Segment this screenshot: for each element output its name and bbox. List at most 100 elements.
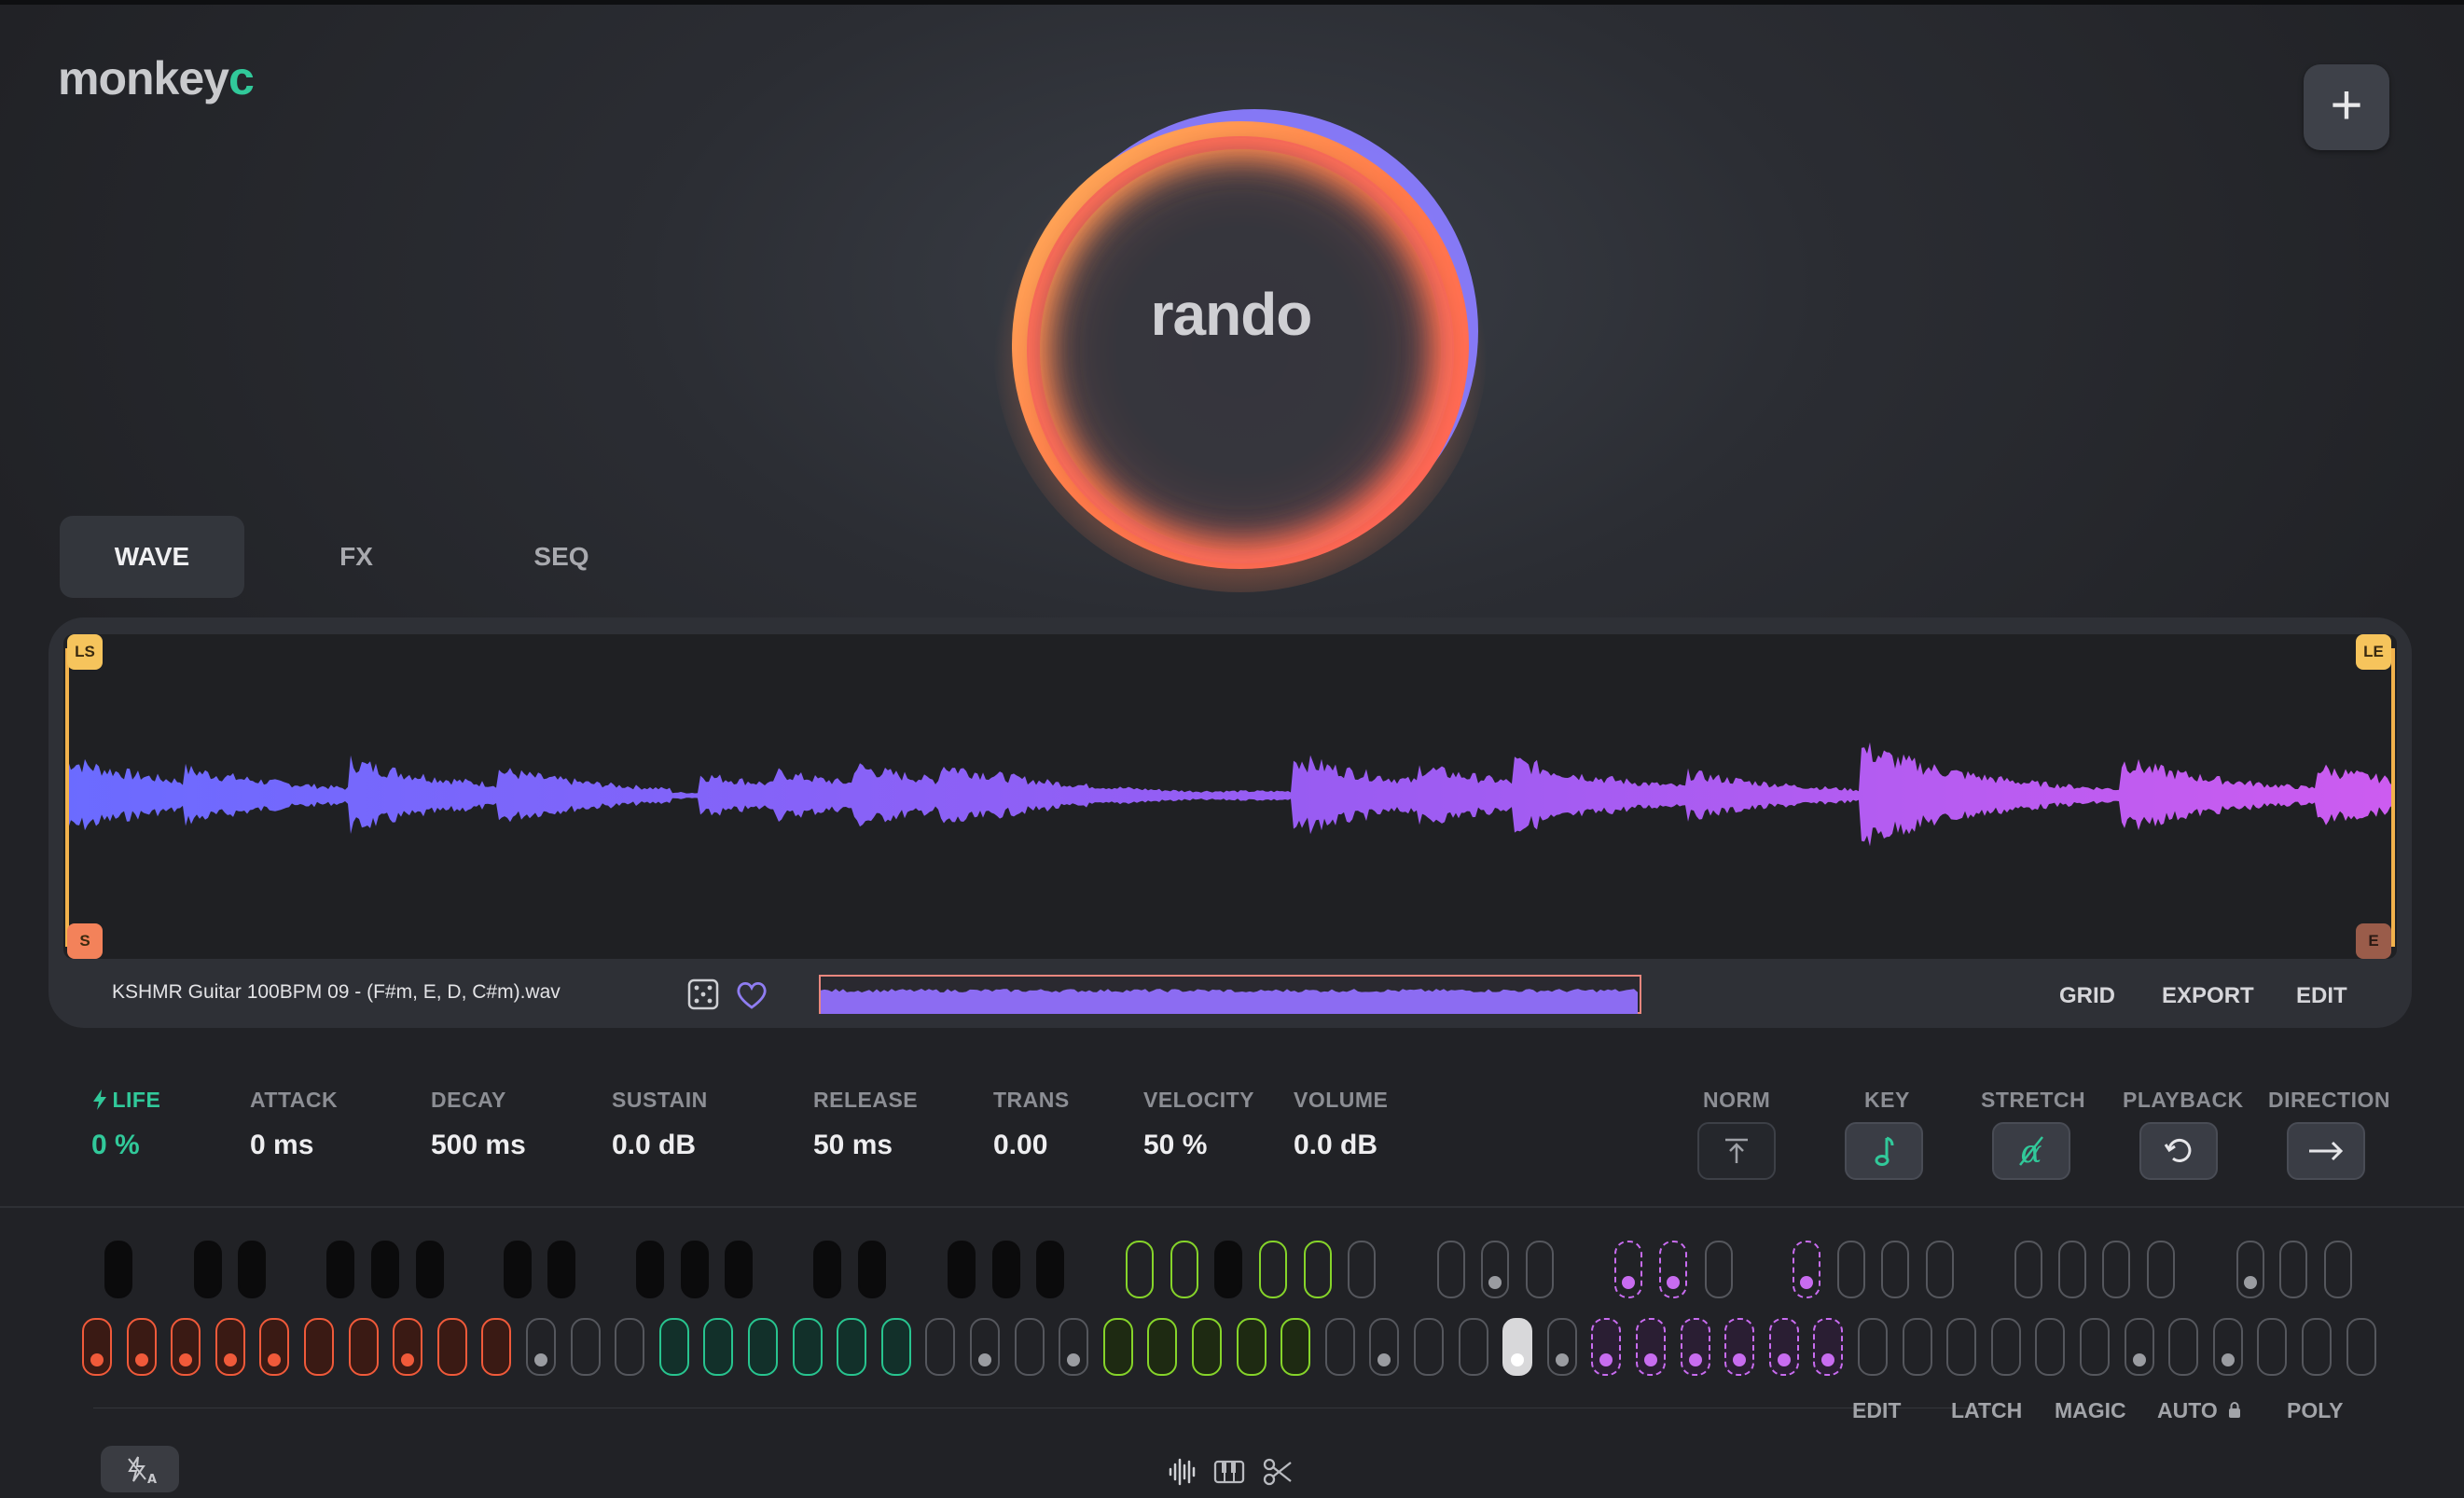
pad-lower[interactable]: [1237, 1318, 1267, 1376]
pad-upper[interactable]: [2279, 1241, 2307, 1298]
pad-upper[interactable]: [2102, 1241, 2130, 1298]
pad-lower[interactable]: [1280, 1318, 1310, 1376]
pad-lower[interactable]: [703, 1318, 733, 1376]
waveform-view-icon[interactable]: [1166, 1455, 1199, 1489]
pad-upper[interactable]: [104, 1241, 132, 1298]
pad-upper[interactable]: [371, 1241, 399, 1298]
pad-lower[interactable]: [127, 1318, 157, 1376]
pad-lower[interactable]: [171, 1318, 201, 1376]
pad-lower[interactable]: [1636, 1318, 1666, 1376]
pad-lower[interactable]: [837, 1318, 866, 1376]
direction-button[interactable]: [2287, 1122, 2365, 1180]
pad-upper[interactable]: [194, 1241, 222, 1298]
pad-upper[interactable]: [1348, 1241, 1376, 1298]
pad-upper[interactable]: [1259, 1241, 1287, 1298]
poly-button[interactable]: POLY: [2287, 1398, 2344, 1423]
pad-upper[interactable]: [2324, 1241, 2352, 1298]
pad-upper[interactable]: [238, 1241, 266, 1298]
start-marker[interactable]: S: [67, 923, 103, 959]
pad-lower[interactable]: [1991, 1318, 2021, 1376]
pad-lower[interactable]: [1103, 1318, 1133, 1376]
pad-lower[interactable]: [526, 1318, 556, 1376]
pad-upper[interactable]: [1214, 1241, 1242, 1298]
end-marker[interactable]: E: [2356, 923, 2391, 959]
pad-lower[interactable]: [1813, 1318, 1843, 1376]
grid-button[interactable]: GRID: [2059, 983, 2115, 1009]
pad-lower[interactable]: [2035, 1318, 2065, 1376]
pad-lower[interactable]: [1591, 1318, 1621, 1376]
export-button[interactable]: EXPORT: [2162, 983, 2254, 1009]
pad-lower[interactable]: [1681, 1318, 1710, 1376]
pad-lower[interactable]: [2213, 1318, 2243, 1376]
loop-start-marker[interactable]: LS: [67, 634, 103, 670]
pad-lower[interactable]: [2080, 1318, 2110, 1376]
pad-upper[interactable]: [1036, 1241, 1064, 1298]
pad-lower[interactable]: [1369, 1318, 1399, 1376]
pad-lower[interactable]: [215, 1318, 245, 1376]
pad-lower[interactable]: [659, 1318, 689, 1376]
pad-upper[interactable]: [1881, 1241, 1909, 1298]
pad-upper[interactable]: [2058, 1241, 2086, 1298]
pad-upper[interactable]: [1614, 1241, 1642, 1298]
pad-lower[interactable]: [437, 1318, 467, 1376]
pad-upper[interactable]: [1481, 1241, 1509, 1298]
pad-lower[interactable]: [1769, 1318, 1799, 1376]
pad-upper[interactable]: [1437, 1241, 1465, 1298]
dice-icon[interactable]: [685, 976, 722, 1013]
param-volume[interactable]: VOLUME 0.0 dB: [1294, 1088, 1388, 1161]
pad-upper[interactable]: [2147, 1241, 2175, 1298]
auto-button[interactable]: AUTO: [2157, 1398, 2242, 1423]
kb-edit-button[interactable]: EDIT: [1852, 1398, 1901, 1423]
scissors-icon[interactable]: [1261, 1455, 1294, 1489]
tab-seq[interactable]: SEQ: [468, 516, 655, 598]
param-decay[interactable]: DECAY 500 ms: [431, 1088, 526, 1161]
pad-upper[interactable]: [1793, 1241, 1820, 1298]
pad-lower[interactable]: [1903, 1318, 1932, 1376]
pad-lower[interactable]: [1547, 1318, 1577, 1376]
tab-wave[interactable]: WAVE: [60, 516, 244, 598]
pad-lower[interactable]: [1147, 1318, 1177, 1376]
file-name[interactable]: KSHMR Guitar 100BPM 09 - (F#m, E, D, C#m…: [112, 981, 561, 1004]
stretch-button[interactable]: α: [1992, 1122, 2070, 1180]
pad-lower[interactable]: [1724, 1318, 1754, 1376]
pad-upper[interactable]: [326, 1241, 354, 1298]
pad-lower[interactable]: [349, 1318, 379, 1376]
pad-lower[interactable]: [82, 1318, 112, 1376]
pad-upper[interactable]: [1526, 1241, 1554, 1298]
pad-upper[interactable]: [2236, 1241, 2264, 1298]
pad-upper[interactable]: [681, 1241, 709, 1298]
pad-lower[interactable]: [615, 1318, 644, 1376]
pad-lower[interactable]: [881, 1318, 911, 1376]
loop-end-marker[interactable]: LE: [2356, 634, 2391, 670]
param-sustain[interactable]: SUSTAIN 0.0 dB: [612, 1088, 708, 1161]
pad-upper[interactable]: [992, 1241, 1020, 1298]
pad-upper[interactable]: [813, 1241, 841, 1298]
pad-lower[interactable]: [2257, 1318, 2287, 1376]
param-trans[interactable]: TRANS 0.00: [993, 1088, 1070, 1161]
pad-upper[interactable]: [416, 1241, 444, 1298]
pad-lower[interactable]: [393, 1318, 422, 1376]
pad-lower[interactable]: [1858, 1318, 1888, 1376]
pad-lower[interactable]: [1502, 1318, 1532, 1376]
heart-icon[interactable]: [733, 977, 770, 1014]
magic-button[interactable]: MAGIC: [2055, 1398, 2126, 1423]
pad-upper[interactable]: [504, 1241, 532, 1298]
pad-upper[interactable]: [1705, 1241, 1733, 1298]
norm-button[interactable]: [1697, 1122, 1776, 1180]
pad-lower[interactable]: [748, 1318, 778, 1376]
edit-button[interactable]: EDIT: [2296, 983, 2347, 1009]
pad-lower[interactable]: [2168, 1318, 2198, 1376]
pad-lower[interactable]: [1015, 1318, 1045, 1376]
param-velocity[interactable]: VELOCITY 50 %: [1143, 1088, 1254, 1161]
pad-upper[interactable]: [547, 1241, 575, 1298]
pad-lower[interactable]: [2302, 1318, 2332, 1376]
pad-lower[interactable]: [304, 1318, 334, 1376]
pad-lower[interactable]: [1192, 1318, 1222, 1376]
pad-upper[interactable]: [1170, 1241, 1198, 1298]
pad-upper[interactable]: [858, 1241, 886, 1298]
pad-lower[interactable]: [970, 1318, 1000, 1376]
auto-assist-button[interactable]: A: [101, 1446, 179, 1492]
param-release[interactable]: RELEASE 50 ms: [813, 1088, 918, 1161]
pad-lower[interactable]: [571, 1318, 601, 1376]
pad-upper[interactable]: [1926, 1241, 1954, 1298]
